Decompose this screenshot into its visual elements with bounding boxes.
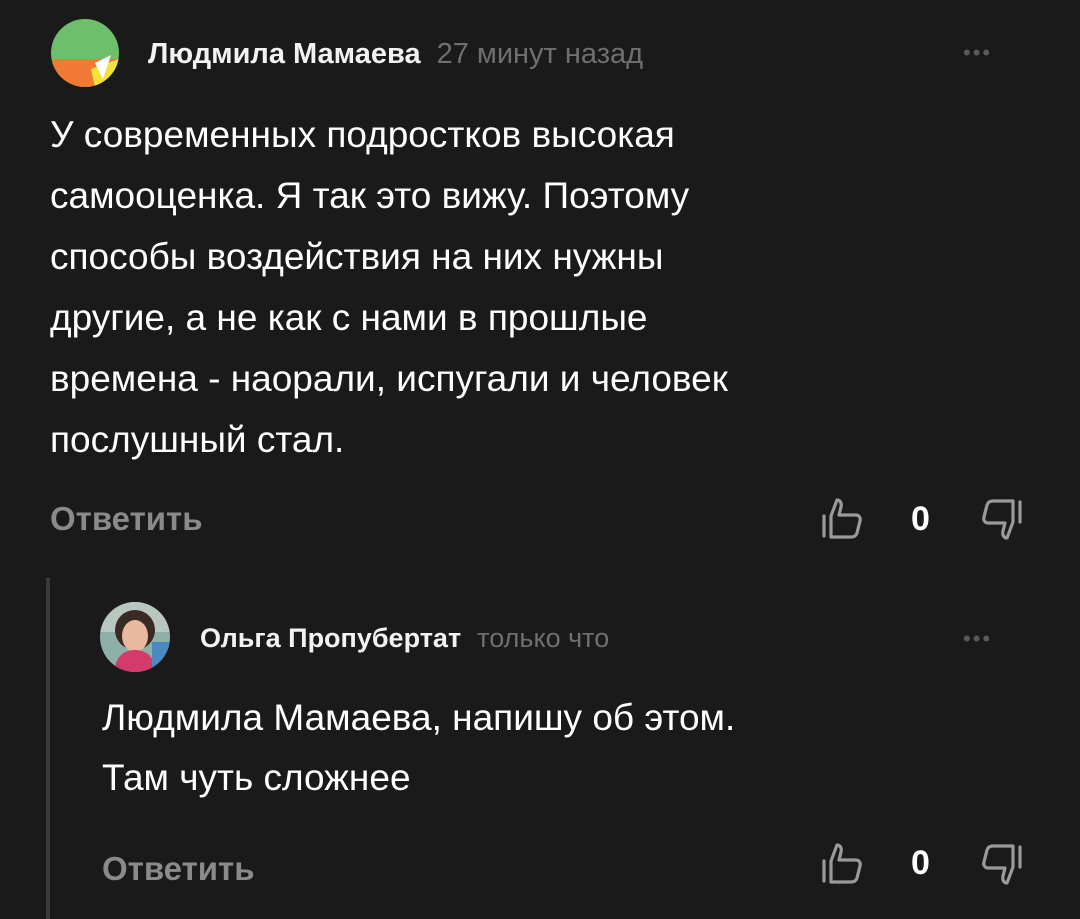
comment-header: Ольга Пропубертат только что bbox=[200, 618, 609, 658]
more-dots-icon: ••• bbox=[963, 40, 993, 65]
comment-header: Людмила Мамаева 27 минут назад bbox=[148, 32, 643, 76]
comment-text-line: самооценка. Я так это вижу. Поэтому bbox=[50, 175, 690, 216]
comment-text-line: Людмила Мамаева, напишу об этом. bbox=[102, 697, 736, 738]
comment-text-line: способы воздействия на них нужны bbox=[50, 236, 664, 277]
avatar[interactable] bbox=[100, 602, 170, 672]
comment-text-line: послушный стал. bbox=[50, 419, 345, 460]
dislike-button[interactable] bbox=[978, 841, 1024, 887]
comment-1: Людмила Мамаева 27 минут назад ••• У сов… bbox=[0, 0, 1080, 578]
author-name[interactable]: Ольга Пропубертат bbox=[200, 623, 461, 654]
comment-text-line: времена - наорали, испугали и человек bbox=[50, 358, 728, 399]
comment-text-line: У современных подростков высокая bbox=[50, 114, 675, 155]
timestamp: 27 минут назад bbox=[436, 37, 644, 70]
thumbs-down-icon bbox=[982, 499, 1022, 540]
dislike-button[interactable] bbox=[978, 496, 1024, 542]
avatar-image bbox=[51, 19, 119, 87]
comment-text-line: Там чуть сложнее bbox=[102, 757, 411, 798]
more-options-button[interactable]: ••• bbox=[963, 42, 992, 64]
comment-text: У современных подростков высокая самооце… bbox=[50, 104, 1050, 470]
thumbs-up-icon bbox=[822, 498, 862, 539]
comment-text-line: другие, а не как с нами в прошлые bbox=[50, 297, 648, 338]
reply-button[interactable]: Ответить bbox=[102, 850, 255, 888]
timestamp: только что bbox=[477, 622, 610, 653]
more-dots-icon: ••• bbox=[963, 626, 993, 651]
like-count: 0 bbox=[911, 500, 930, 538]
author-name[interactable]: Людмила Мамаева bbox=[148, 38, 421, 71]
avatar[interactable] bbox=[51, 19, 119, 87]
comment-text: Людмила Мамаева, напишу об этом. Там чут… bbox=[102, 688, 1052, 808]
like-button[interactable] bbox=[820, 841, 864, 887]
thumbs-up-icon bbox=[822, 843, 862, 884]
more-options-button[interactable]: ••• bbox=[963, 628, 992, 650]
thumbs-down-icon bbox=[982, 844, 1022, 885]
comment-2-reply: Ольга Пропубертат только что ••• Людмила… bbox=[0, 578, 1080, 919]
reply-button[interactable]: Ответить bbox=[50, 500, 203, 538]
like-button[interactable] bbox=[820, 496, 864, 542]
like-count: 0 bbox=[911, 844, 930, 882]
avatar-image bbox=[100, 602, 170, 672]
